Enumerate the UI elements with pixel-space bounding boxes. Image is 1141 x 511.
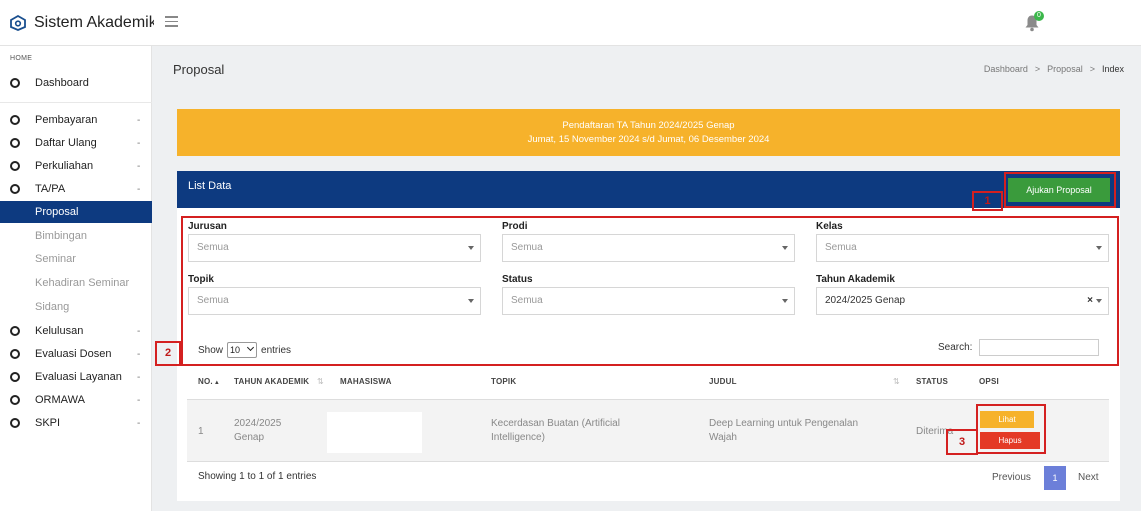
table-info: Showing 1 to 1 of 1 entries xyxy=(198,471,317,482)
column-header-no[interactable]: NO.▲ xyxy=(198,377,220,386)
sidebar-item-label: Pembayaran xyxy=(35,114,98,126)
sidebar-item-label: Sidang xyxy=(35,301,70,313)
sidebar-item-seminar[interactable]: Seminar xyxy=(0,248,152,270)
page-title: Proposal xyxy=(173,62,225,77)
circle-icon xyxy=(10,418,20,428)
sidebar-item-label: Evaluasi Dosen xyxy=(35,348,112,360)
cell-no: 1 xyxy=(198,426,204,437)
annotation-label-2: 2 xyxy=(155,341,181,366)
sidebar-item-kelulusan[interactable]: Kelulusan - xyxy=(0,320,152,342)
breadcrumb: Dashboard > Proposal > Index xyxy=(984,64,1124,74)
sidebar-section-home: HOME xyxy=(10,55,33,62)
collapse-indicator: - xyxy=(137,371,141,383)
sidebar-item-label: Seminar xyxy=(35,253,76,265)
sidebar-item-evaluasi-layanan[interactable]: Evaluasi Layanan - xyxy=(0,366,152,388)
circle-icon xyxy=(10,161,20,171)
collapse-indicator: - xyxy=(137,114,141,126)
pagination-next[interactable]: Next xyxy=(1078,472,1099,483)
sidebar-item-label: Kelulusan xyxy=(35,325,84,337)
collapse-indicator: - xyxy=(137,137,141,149)
sidebar-divider xyxy=(0,102,152,103)
breadcrumb-proposal[interactable]: Proposal xyxy=(1047,64,1083,74)
card-title: List Data xyxy=(188,180,232,192)
sidebar-item-evaluasi-dosen[interactable]: Evaluasi Dosen - xyxy=(0,343,152,365)
breadcrumb-separator: > xyxy=(1034,64,1041,74)
sidebar-item-label: Daftar Ulang xyxy=(35,137,97,149)
circle-icon xyxy=(10,326,20,336)
home-logo-icon xyxy=(10,15,26,31)
sidebar-item-skpi[interactable]: SKPI - xyxy=(0,412,152,434)
collapse-indicator: - xyxy=(137,160,141,172)
sidebar-item-dashboard[interactable]: Dashboard xyxy=(0,72,152,94)
sidebar-item-pembayaran[interactable]: Pembayaran - xyxy=(0,109,152,131)
circle-icon xyxy=(10,115,20,125)
cell-topik: Kecerdasan Buatan (Artificial Intelligen… xyxy=(491,418,620,443)
sidebar-item-label: Perkuliahan xyxy=(35,160,94,172)
sort-icon: ⇅ xyxy=(317,377,324,386)
sidebar: HOME Dashboard Pembayaran - Daftar Ulang… xyxy=(0,46,152,511)
annotation-label-1: 1 xyxy=(972,191,1003,211)
sidebar-item-kehadiran-seminar[interactable]: Kehadiran Seminar xyxy=(0,272,152,294)
sort-up-icon: ▲ xyxy=(213,380,220,386)
circle-icon xyxy=(10,184,20,194)
top-bar: Sistem Akademik 0 xyxy=(0,0,1141,46)
collapse-indicator: - xyxy=(137,348,141,360)
notification-badge: 0 xyxy=(1034,11,1044,21)
column-header-opsi: OPSI xyxy=(979,377,999,386)
collapse-indicator: - xyxy=(137,417,141,429)
alert-line-1: Pendaftaran TA Tahun 2024/2025 Genap xyxy=(562,120,735,131)
sidebar-item-label: TA/PA xyxy=(35,183,66,195)
sidebar-item-ormawa[interactable]: ORMAWA - xyxy=(0,389,152,411)
column-header-mahasiswa[interactable]: MAHASISWA xyxy=(340,377,392,386)
column-header-tahun-akademik[interactable]: TAHUN AKADEMIK xyxy=(234,377,309,386)
registration-alert: Pendaftaran TA Tahun 2024/2025 Genap Jum… xyxy=(177,109,1120,156)
sort-icon: ⇅ xyxy=(893,377,900,386)
collapse-indicator: - xyxy=(137,325,141,337)
sidebar-item-label: Kehadiran Seminar xyxy=(35,277,130,289)
breadcrumb-dashboard[interactable]: Dashboard xyxy=(984,64,1028,74)
cell-judul: Deep Learning untuk Pengenalan Wajah xyxy=(709,418,859,443)
circle-icon xyxy=(10,349,20,359)
sidebar-item-bimbingan[interactable]: Bimbingan xyxy=(0,225,152,247)
column-header-judul[interactable]: JUDUL xyxy=(709,377,737,386)
sidebar-item-label: Bimbingan xyxy=(35,230,87,242)
collapse-indicator: - xyxy=(137,394,141,406)
breadcrumb-separator: > xyxy=(1089,64,1095,74)
student-photo xyxy=(327,412,422,453)
sidebar-item-label: Dashboard xyxy=(35,77,89,89)
cell-tahun-akademik: 2024/2025 Genap xyxy=(234,418,282,443)
sidebar-item-label: Evaluasi Layanan xyxy=(35,371,122,383)
menu-toggle-icon[interactable] xyxy=(165,16,178,28)
brand[interactable]: Sistem Akademik xyxy=(10,12,154,34)
circle-icon xyxy=(10,372,20,382)
sidebar-item-ta-pa[interactable]: TA/PA - xyxy=(0,178,152,200)
circle-icon xyxy=(10,395,20,405)
collapse-indicator: - xyxy=(137,183,141,195)
circle-icon xyxy=(10,138,20,148)
annotation-box-1 xyxy=(1004,172,1116,208)
sidebar-item-proposal[interactable]: Proposal xyxy=(0,201,152,223)
annotation-box-2 xyxy=(181,216,1119,366)
sidebar-item-perkuliahan[interactable]: Perkuliahan - xyxy=(0,155,152,177)
pagination-previous[interactable]: Previous xyxy=(992,472,1031,483)
column-header-topik[interactable]: TOPIK xyxy=(491,377,516,386)
breadcrumb-current: Index xyxy=(1101,64,1124,74)
alert-line-2: Jumat, 15 November 2024 s/d Jumat, 06 De… xyxy=(527,134,770,145)
annotation-box-3 xyxy=(976,404,1046,454)
circle-icon xyxy=(10,78,20,88)
sidebar-item-label: Proposal xyxy=(35,206,79,218)
pagination-page-1[interactable]: 1 xyxy=(1044,466,1066,490)
sidebar-item-label: ORMAWA xyxy=(35,394,85,406)
annotation-label-3: 3 xyxy=(946,429,978,455)
app-title: Sistem Akademik xyxy=(34,14,154,31)
column-header-status[interactable]: STATUS xyxy=(916,377,948,386)
sidebar-item-sidang[interactable]: Sidang xyxy=(0,296,152,318)
sidebar-item-label: SKPI xyxy=(35,417,61,429)
sidebar-item-daftar-ulang[interactable]: Daftar Ulang - xyxy=(0,132,152,154)
